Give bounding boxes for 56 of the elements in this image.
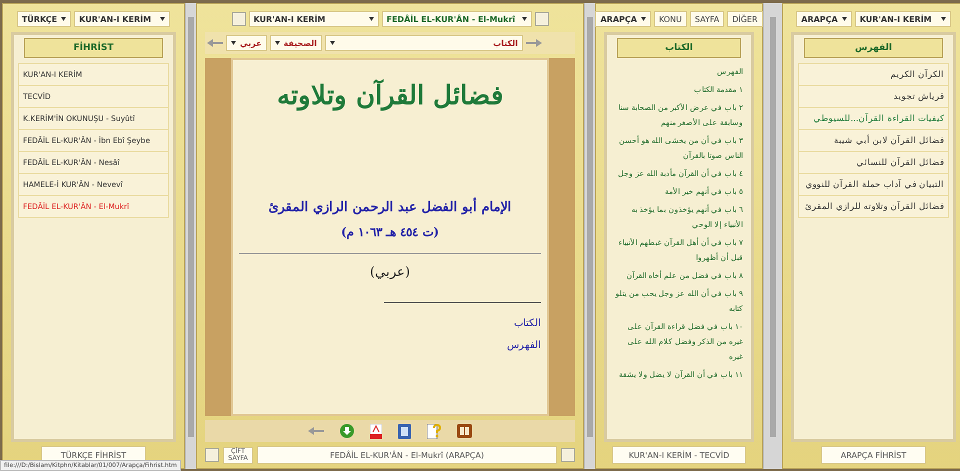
tab[interactable]: DİĞER xyxy=(727,11,763,27)
language-label: (عربي) xyxy=(370,264,410,280)
language-select[interactable]: ARAPÇA xyxy=(796,11,852,27)
work-select[interactable]: FEDÂİL EL-KUR'ÂN - El-Mukrî xyxy=(382,11,532,27)
sidebar-toggle-button[interactable] xyxy=(232,12,246,26)
caret-icon xyxy=(61,17,66,21)
book-select[interactable]: الكتاب xyxy=(324,35,523,51)
caret-icon xyxy=(274,41,280,45)
scrollbar[interactable] xyxy=(763,3,782,469)
book-select[interactable]: KUR'AN-I KERİM xyxy=(248,11,378,27)
caret-icon xyxy=(640,17,646,21)
home-button[interactable] xyxy=(561,448,575,462)
caret-icon xyxy=(330,41,335,45)
caret-icon xyxy=(522,17,526,21)
tab[interactable]: SAYFA xyxy=(690,11,724,27)
language-select[interactable]: TÜRKÇE xyxy=(16,11,72,27)
page-link[interactable]: الكتاب xyxy=(514,317,541,329)
page-link[interactable]: الفهرس xyxy=(507,339,541,351)
panel-footer: KUR'AN-I KERİM - TECVİD xyxy=(612,446,746,464)
list-item[interactable]: قرياش تجويد xyxy=(798,85,949,108)
author-name: الإمام أبو الفضل عبد الرحمن الرازي المقرئ xyxy=(268,199,512,215)
book-title: فضائل القرآن وتلاوته xyxy=(276,80,504,111)
list-item[interactable]: الكرآن الكريم xyxy=(798,63,949,86)
panel-header: الفهرس xyxy=(804,38,943,58)
book-icon[interactable] xyxy=(457,424,472,438)
scrollbar[interactable] xyxy=(185,3,196,469)
help-icon[interactable] xyxy=(427,424,441,438)
arrow-icon[interactable] xyxy=(308,427,324,435)
page-select[interactable]: الصحيفة xyxy=(270,35,322,51)
book-select[interactable]: KUR'AN-I KERİM xyxy=(74,11,170,27)
scrollbar[interactable] xyxy=(584,3,595,469)
language-select[interactable]: عربي xyxy=(226,35,267,51)
list-item[interactable]: فضائل القرآن للنسائي xyxy=(798,151,949,174)
caret-icon xyxy=(231,41,236,45)
arrow-icon[interactable] xyxy=(526,39,542,47)
caret-icon xyxy=(940,17,946,21)
panel-toggle-button[interactable] xyxy=(534,12,548,26)
layout-button[interactable] xyxy=(205,448,219,462)
list-item[interactable]: التبيان في آداب حملة القرآن للنووي xyxy=(798,173,949,196)
document-icon[interactable] xyxy=(398,424,411,438)
book-select[interactable]: KUR'AN-I KERİM xyxy=(854,11,951,27)
reader-footer: FEDÂİL EL-KUR'ÂN - El-Mukrî (ARAPÇA) xyxy=(257,446,557,464)
download-icon[interactable] xyxy=(340,424,354,438)
language-select[interactable]: ARAPÇA xyxy=(595,11,651,27)
caret-icon xyxy=(368,17,374,21)
panel-header: الكتاب xyxy=(617,38,741,58)
caret-icon xyxy=(842,17,847,21)
death-dates: (ت ٤٥٤ هـ ١٠٦٣ م) xyxy=(340,225,440,239)
panel-header: FİHRİST xyxy=(24,38,163,58)
list-item[interactable]: فضائل القرآن وتلاوته للرازي المقرئ xyxy=(798,195,949,218)
caret-icon xyxy=(160,17,166,21)
arrow-icon[interactable] xyxy=(207,39,223,47)
tab[interactable]: KONU xyxy=(654,11,687,27)
list-item[interactable]: فضائل القرآن لابن أبي شيبة xyxy=(798,129,949,152)
panel-footer: ARAPÇA FİHRİST xyxy=(821,446,926,464)
list-item[interactable]: كيفيات القراءة القرآن...للسيوطي xyxy=(798,107,949,130)
